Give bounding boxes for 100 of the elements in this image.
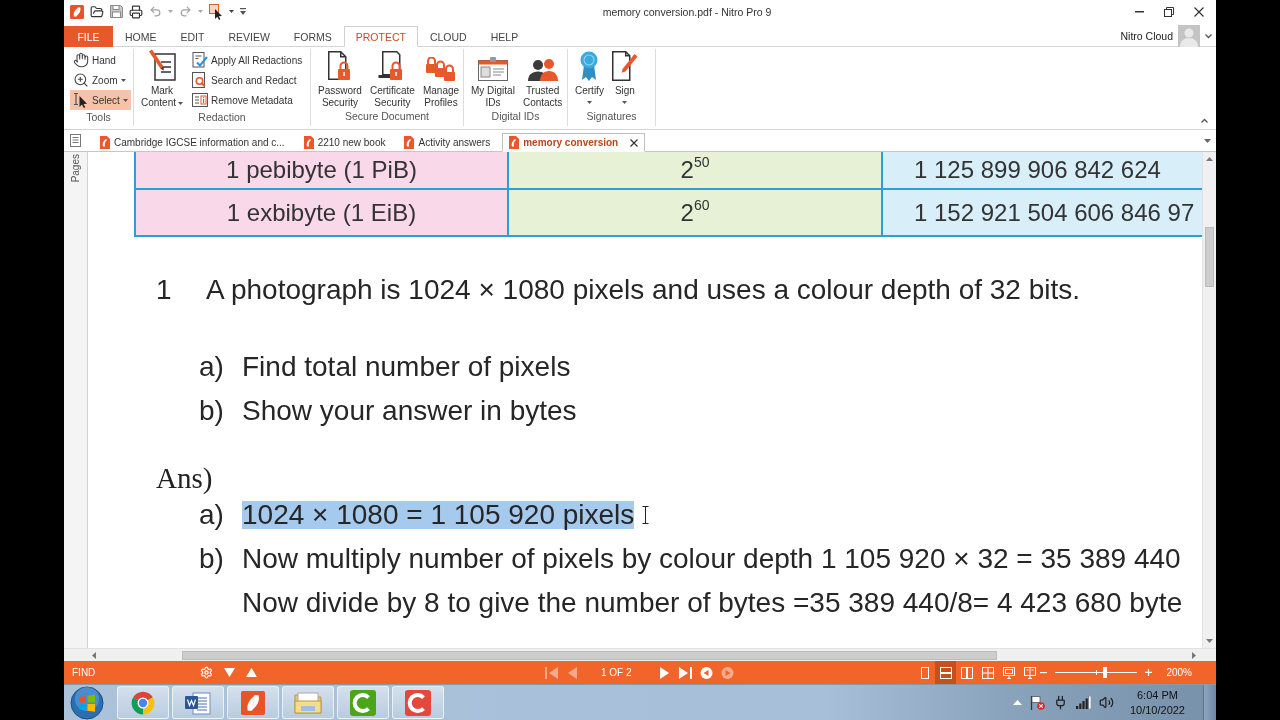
document-check-icon xyxy=(192,52,209,68)
undo-icon[interactable] xyxy=(149,5,162,18)
minimize-icon[interactable] xyxy=(1135,10,1144,13)
arc-logo-icon xyxy=(350,689,376,716)
settings-icon[interactable] xyxy=(200,666,213,679)
table-cell: 1 152 921 504 606 846 97 xyxy=(883,188,1202,235)
zoom-out-icon[interactable] xyxy=(1040,671,1048,674)
cursor-icon[interactable] xyxy=(209,3,223,20)
down-arrow-icon[interactable] xyxy=(224,668,235,677)
document-tab[interactable]: Cambridge IGCSE information and c... xyxy=(93,133,292,152)
next-page-icon[interactable] xyxy=(657,666,671,679)
document-tab[interactable]: Activity answers xyxy=(397,133,498,152)
page-indicator: 1 OF 2 xyxy=(601,667,632,678)
ribbon-button[interactable]: Certificate Security xyxy=(367,50,417,109)
dropdown-icon[interactable] xyxy=(1204,138,1211,143)
logo-icon[interactable] xyxy=(70,4,84,19)
taskbar-button[interactable] xyxy=(227,686,279,719)
ribbon-tab[interactable]: FORMS xyxy=(281,26,344,47)
page-list-icon[interactable] xyxy=(70,134,81,147)
ribbon-button[interactable]: Remove Metadata xyxy=(189,90,306,110)
ribbon-tab[interactable]: CLOUD xyxy=(417,26,479,47)
redo-icon[interactable] xyxy=(179,5,192,18)
table-cell: 1 pebibyte (1 PiB) xyxy=(136,152,509,188)
question-text: A photograph is 1024 × 1080 pixels and uses a colour depth of 32 bits. xyxy=(206,274,1081,306)
clock-date[interactable]: 10/10/2022 xyxy=(1129,702,1185,718)
ribbon-button[interactable]: Select xyxy=(70,90,131,110)
zoom-reading: 200% xyxy=(1166,667,1192,678)
part-text: Show your answer in bytes xyxy=(242,395,577,427)
ribbon-button[interactable]: Manage Profiles xyxy=(420,50,462,109)
taskbar-button[interactable] xyxy=(392,686,444,719)
scrollbar-thumb[interactable] xyxy=(182,650,997,660)
document-lock-icon xyxy=(327,51,352,81)
chevron-down-icon[interactable] xyxy=(1205,33,1212,39)
part-marker: b) xyxy=(199,395,225,427)
close-icon[interactable] xyxy=(630,138,639,147)
lock-group-icon xyxy=(425,57,457,81)
signal-icon[interactable] xyxy=(1075,696,1091,709)
pages-tab[interactable]: Pages xyxy=(70,154,81,183)
show-hidden-icon[interactable] xyxy=(1012,700,1022,705)
ribbon-button[interactable]: Password Security xyxy=(316,50,364,109)
selected-text: 1024 × 1080 = 1 105 920 pixels xyxy=(242,501,635,529)
scrollbar-thumb[interactable] xyxy=(1205,227,1214,287)
view-mode-button[interactable] xyxy=(935,661,957,684)
ribbon-button[interactable]: Hand xyxy=(70,50,131,70)
find-label: FIND xyxy=(72,667,97,678)
ribbon-button[interactable]: Certify xyxy=(573,50,606,108)
document-icon xyxy=(100,136,110,149)
clock-time[interactable]: 6:04 PM xyxy=(1137,687,1178,703)
ribbon-button[interactable]: Zoom xyxy=(70,70,131,90)
collapse-icon[interactable] xyxy=(1201,118,1208,123)
flag-icon[interactable] xyxy=(1029,695,1045,710)
part-marker: a) xyxy=(199,499,225,531)
scroll-right-icon[interactable] xyxy=(1192,651,1196,659)
print-icon[interactable] xyxy=(129,4,143,19)
slider-thumb[interactable] xyxy=(1102,667,1107,678)
last-page-icon[interactable] xyxy=(678,666,692,679)
table-cell: 2$^{60}$ xyxy=(509,188,883,235)
customize-icon[interactable] xyxy=(240,8,246,15)
save-icon[interactable] xyxy=(110,5,123,18)
ribbon-tab[interactable]: HELP xyxy=(478,26,531,47)
grid-icon xyxy=(981,666,994,679)
ribbon-button[interactable]: Apply All Redactions xyxy=(189,50,306,70)
up-arrow-icon[interactable] xyxy=(246,668,257,677)
caret-icon[interactable] xyxy=(229,10,234,13)
close-icon[interactable] xyxy=(1194,6,1204,17)
file-tab[interactable]: FILE xyxy=(64,26,113,47)
start-button[interactable] xyxy=(70,685,104,720)
stacked-pages-icon xyxy=(939,666,952,679)
scroll-down-icon[interactable] xyxy=(1206,639,1213,643)
window-title: memory conversion.pdf - Nitro Pro 9 xyxy=(601,5,773,18)
table-cell: 1 125 899 906 842 624 xyxy=(883,152,1202,188)
document-tab[interactable]: memory conversion xyxy=(502,133,646,152)
back-icon[interactable] xyxy=(699,666,713,679)
ribbon-button[interactable]: Search and Redact xyxy=(189,70,306,90)
part-marker: b) xyxy=(199,543,225,575)
volume-icon[interactable] xyxy=(1098,695,1114,710)
taskbar-button[interactable] xyxy=(117,686,169,719)
ribbon-button[interactable]: Mark Content xyxy=(139,50,186,109)
document-tab[interactable]: 2210 new book xyxy=(296,133,393,152)
taskbar-button[interactable] xyxy=(172,686,224,719)
ribbon-tab[interactable]: HOME xyxy=(113,26,169,47)
ribbon-button[interactable]: Trusted Contacts xyxy=(520,50,565,109)
ribbon-button[interactable]: Sign xyxy=(609,50,640,108)
answer-text: Now multiply number of pixels by colour depth 1 105 920 × 32 = 35 389 440 xyxy=(242,545,1181,573)
scroll-up-icon[interactable] xyxy=(1206,157,1213,161)
ribbon-tab[interactable]: PROTECT xyxy=(343,26,418,47)
ribbon-tab[interactable]: EDIT xyxy=(168,26,217,47)
folder-icon xyxy=(294,691,322,714)
ribbon-tab[interactable]: REVIEW xyxy=(216,26,282,47)
taskbar-button[interactable] xyxy=(337,686,389,719)
zoom-in-icon[interactable] xyxy=(1145,669,1153,676)
document-info-icon xyxy=(192,92,209,108)
document-icon xyxy=(509,136,520,149)
ribbon-button[interactable]: My Digital IDs xyxy=(469,50,517,109)
scroll-left-icon[interactable] xyxy=(92,651,96,659)
restore-icon[interactable] xyxy=(1164,6,1174,17)
account-name[interactable]: Nitro Cloud xyxy=(1120,30,1173,42)
open-folder-icon[interactable] xyxy=(90,4,104,19)
award-ribbon-icon xyxy=(580,51,599,81)
cursor-icon xyxy=(73,92,89,108)
